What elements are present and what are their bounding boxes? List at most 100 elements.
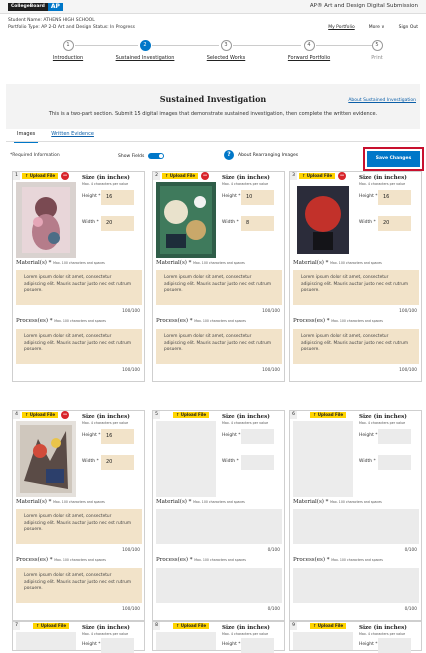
height-input[interactable]: 16 — [101, 190, 134, 205]
step-selected-works[interactable]: 3 Selected Works — [191, 40, 261, 61]
materials-hint: Max. 100 characters and spaces — [53, 500, 105, 504]
step-number: 2 — [139, 40, 151, 51]
card-number: 5 — [153, 411, 160, 419]
step-introduction[interactable]: 1 Introduction — [33, 40, 103, 61]
height-input[interactable] — [378, 429, 411, 444]
width-input[interactable] — [241, 455, 274, 470]
materials-count: 100/100 — [122, 548, 140, 553]
app-title: AP® Art and Design Digital Submission — [309, 3, 418, 9]
height-input[interactable]: 10 — [241, 190, 274, 205]
materials-textarea[interactable] — [156, 509, 282, 544]
processes-textarea[interactable] — [156, 568, 282, 603]
save-changes-button[interactable]: Save Changes — [367, 151, 420, 167]
size-heading: Size (in inches) — [359, 414, 407, 420]
processes-textarea[interactable]: Lorem ipsum dolor sit amet, consectetur … — [16, 329, 142, 364]
height-input[interactable] — [101, 638, 134, 653]
upload-file-button[interactable]: ↑ Upload File — [299, 173, 336, 179]
upload-file-button[interactable]: ↑ Upload File — [22, 173, 59, 179]
width-input[interactable]: 20 — [101, 216, 134, 231]
upload-file-button[interactable]: ↑ Upload File — [310, 412, 347, 418]
sign-out-link[interactable]: Sign Out — [399, 25, 418, 30]
image-card: 3 ↑ Upload File − Size (in inches) Max. 4 ch… — [289, 171, 422, 382]
processes-textarea[interactable]: Lorem ipsum dolor sit amet, consectetur … — [156, 329, 282, 364]
size-heading: Size (in inches) — [82, 414, 130, 420]
image-card: 9 ↑ Upload File Size (in inches) Max. 4 cha… — [289, 621, 422, 653]
about-rearranging[interactable]: ? About Rearranging Images — [224, 150, 298, 160]
upload-file-button[interactable]: ↑ Upload File — [173, 412, 210, 418]
materials-label-text: Material(s) * — [293, 499, 329, 505]
remove-image-icon[interactable]: − — [338, 172, 346, 180]
divider — [6, 141, 420, 142]
width-input[interactable]: 8 — [241, 216, 274, 231]
materials-textarea[interactable]: Lorem ipsum dolor sit amet, consectetur … — [16, 509, 142, 544]
height-input[interactable] — [241, 429, 274, 444]
materials-hint: Max. 100 characters and spaces — [330, 500, 382, 504]
size-heading: Size (in inches) — [82, 625, 130, 631]
processes-textarea[interactable] — [293, 568, 419, 603]
height-label: Height * — [359, 194, 378, 199]
upload-file-button[interactable]: ↑ Upload File — [310, 623, 347, 629]
processes-textarea[interactable]: Lorem ipsum dolor sit amet, consectetur … — [16, 568, 142, 603]
materials-label: Material(s) * Max. 100 characters and sp… — [293, 499, 382, 505]
upload-icon: ↑ — [25, 412, 29, 417]
processes-label: Process(es) * Max. 100 characters and sp… — [156, 318, 246, 324]
processes-textarea[interactable]: Lorem ipsum dolor sit amet, consectetur … — [293, 329, 419, 364]
step-sustained-investigation[interactable]: 2 Sustained Investigation — [110, 40, 180, 61]
top-nav: My Portfolio More ∨ Sign Out — [328, 25, 418, 30]
materials-textarea[interactable]: Lorem ipsum dolor sit amet, consectetur … — [293, 270, 419, 305]
upload-file-button[interactable]: ↑ Upload File — [162, 173, 199, 179]
processes-label: Process(es) * Max. 100 characters and sp… — [293, 318, 383, 324]
materials-textarea[interactable]: Lorem ipsum dolor sit amet, consectetur … — [16, 270, 142, 305]
image-card: 4 ↑ Upload File − Size (in inches) Max. 4 ch… — [12, 410, 145, 621]
height-input[interactable] — [241, 638, 274, 653]
width-label: Width * — [222, 220, 239, 225]
step-forward-portfolio[interactable]: 4 Forward Portfolio — [274, 40, 344, 61]
upload-icon: ↑ — [313, 412, 317, 417]
upload-icon: ↑ — [25, 173, 29, 178]
remove-image-icon[interactable]: − — [201, 172, 209, 180]
remove-image-icon[interactable]: − — [61, 411, 69, 419]
height-input[interactable]: 16 — [101, 429, 134, 444]
materials-label: Material(s) * Max. 100 characters and sp… — [156, 260, 245, 266]
about-sustained-investigation-link[interactable]: About Sustained Investigation — [348, 98, 416, 103]
required-note: *Required Information — [10, 153, 60, 158]
upload-file-button[interactable]: ↑ Upload File — [22, 412, 59, 418]
help-icon: ? — [224, 150, 234, 160]
step-number: 4 — [303, 40, 315, 51]
save-highlight: Save Changes — [363, 147, 424, 171]
image-preview — [293, 182, 353, 258]
remove-image-icon[interactable]: − — [61, 172, 69, 180]
size-hint: Max. 4 characters per value — [82, 182, 129, 186]
upload-file-button[interactable]: ↑ Upload File — [173, 623, 210, 629]
chevron-down-icon: ∨ — [381, 25, 385, 30]
collegeboard-logo: CollegeBoard — [8, 3, 48, 11]
processes-hint: Max. 100 characters and spaces — [194, 319, 246, 323]
size-hint: Max. 4 characters per value — [222, 421, 269, 425]
image-preview — [16, 421, 76, 497]
image-preview — [293, 421, 353, 497]
image-preview — [16, 632, 76, 650]
height-input[interactable] — [378, 638, 411, 653]
progress-stepper: 1 Introduction 2 Sustained Investigation… — [0, 40, 426, 80]
size-heading: Size (in inches) — [222, 414, 270, 420]
more-menu[interactable]: More ∨ — [369, 25, 385, 30]
size-heading: Size (in inches) — [359, 175, 407, 181]
upload-file-button[interactable]: ↑ Upload File — [33, 623, 70, 629]
processes-label: Process(es) * Max. 100 characters and sp… — [16, 318, 106, 324]
card-number: 9 — [290, 622, 297, 630]
height-input[interactable]: 16 — [378, 190, 411, 205]
width-input[interactable]: 20 — [378, 216, 411, 231]
width-input[interactable] — [378, 455, 411, 470]
show-fields-toggle[interactable] — [148, 153, 165, 159]
materials-textarea[interactable] — [293, 509, 419, 544]
processes-label-text: Process(es) * — [16, 318, 53, 324]
my-portfolio-link[interactable]: My Portfolio — [328, 25, 355, 30]
size-hint: Max. 4 characters per value — [222, 182, 269, 186]
about-rearranging-label: About Rearranging Images — [238, 152, 299, 158]
upload-label: Upload File — [306, 173, 333, 178]
materials-textarea[interactable]: Lorem ipsum dolor sit amet, consectetur … — [156, 270, 282, 305]
width-input[interactable]: 20 — [101, 455, 134, 470]
materials-count: 100/100 — [399, 309, 417, 314]
upload-label: Upload File — [40, 623, 67, 628]
step-label: Introduction — [52, 55, 84, 61]
